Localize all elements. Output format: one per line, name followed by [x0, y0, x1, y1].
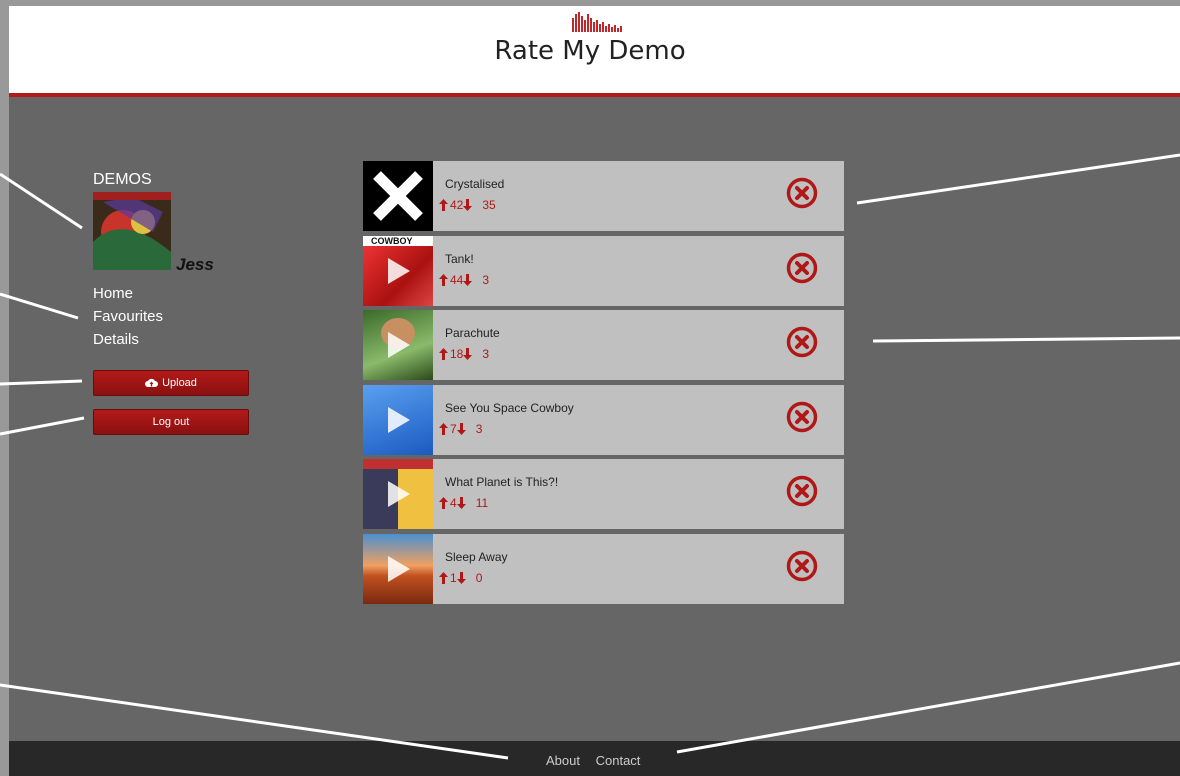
nav-favourites[interactable]: Favourites [93, 308, 163, 325]
demo-thumbnail[interactable] [363, 384, 433, 455]
upvote-count: 4 [450, 496, 457, 510]
vote-counts: 10 [439, 571, 482, 585]
demo-row[interactable]: COWBOY BEBOP Tank! 44 3 [363, 235, 844, 306]
demo-thumbnail[interactable] [363, 533, 433, 604]
remove-circle-icon[interactable] [786, 252, 818, 284]
remove-circle-icon[interactable] [786, 550, 818, 582]
demo-row[interactable]: What Planet is This?! 4 11 [363, 459, 844, 529]
arrow-up-icon[interactable] [439, 199, 448, 211]
demos-label: DEMOS [93, 171, 152, 188]
demo-row[interactable]: Sleep Away 1 0 [363, 533, 844, 604]
remove-circle-icon[interactable] [786, 401, 818, 433]
arrow-down-icon[interactable] [456, 571, 466, 584]
upload-button[interactable]: Upload [93, 370, 249, 396]
vote-counts: 73 [439, 422, 482, 436]
play-icon[interactable] [388, 332, 410, 358]
arrow-down-icon[interactable] [463, 273, 473, 286]
upvote-count: 7 [450, 421, 457, 436]
arrow-down-icon[interactable] [463, 199, 473, 211]
header: Rate My Demo [9, 6, 1180, 97]
downvote-count: 3 [482, 347, 490, 361]
demo-thumbnail[interactable] [363, 161, 433, 231]
downvote-count: 0 [475, 570, 483, 585]
upload-label: Upload [162, 377, 197, 389]
nav-home[interactable]: Home [93, 285, 133, 302]
play-icon[interactable] [388, 555, 410, 582]
arrow-up-icon[interactable] [439, 497, 448, 509]
play-icon[interactable] [388, 406, 410, 433]
demo-row[interactable]: Parachute 18 3 [363, 310, 844, 380]
upvote-count: 1 [450, 570, 457, 585]
demo-title: Tank! [445, 251, 474, 266]
vote-counts: 44 3 [439, 273, 489, 287]
downvote-count: 11 [475, 496, 489, 510]
downvote-count: 3 [475, 421, 483, 436]
arrow-up-icon[interactable] [439, 422, 448, 435]
footer-contact-link[interactable]: Contact [596, 753, 641, 768]
nav-details[interactable]: Details [93, 331, 139, 348]
demo-row[interactable]: Crystalised 42 35 [363, 161, 844, 231]
demo-title: Parachute [445, 326, 500, 340]
demo-thumbnail[interactable]: COWBOY BEBOP [363, 235, 433, 306]
demo-list: Crystalised4235COWBOY BEBOPTank!443Parac… [363, 161, 844, 608]
footer: About Contact [9, 741, 1180, 776]
upvote-count: 44 [450, 272, 464, 287]
upload-cloud-icon [145, 378, 159, 387]
arrow-up-icon[interactable] [439, 348, 448, 360]
footer-about-link[interactable]: About [546, 753, 580, 768]
arrow-up-icon[interactable] [439, 571, 448, 584]
logo-bars-icon [572, 12, 622, 32]
downvote-count: 3 [482, 272, 490, 287]
demo-row[interactable]: See You Space Cowboy 7 3 [363, 384, 844, 455]
site-title: Rate My Demo [494, 36, 686, 66]
app-frame: Rate My Demo DEMOS Jess Home Favourites … [9, 6, 1180, 776]
upvote-count: 42 [450, 198, 464, 212]
demo-title: See You Space Cowboy [445, 400, 574, 415]
play-icon[interactable] [388, 481, 410, 507]
username: Jess [176, 255, 214, 274]
demo-thumbnail[interactable] [363, 310, 433, 380]
vote-counts: 18 3 [439, 347, 489, 361]
remove-circle-icon[interactable] [786, 326, 818, 358]
arrow-down-icon[interactable] [463, 348, 473, 360]
arrow-down-icon[interactable] [456, 497, 466, 509]
remove-circle-icon[interactable] [786, 177, 818, 209]
vote-counts: 42 35 [439, 198, 496, 212]
logout-button[interactable]: Log out [93, 409, 249, 435]
logout-label: Log out [152, 416, 190, 428]
arrow-down-icon[interactable] [456, 422, 466, 435]
downvote-count: 35 [482, 198, 496, 212]
demo-thumbnail[interactable] [363, 459, 433, 529]
demo-title: Crystalised [445, 177, 505, 191]
play-icon[interactable] [388, 257, 410, 284]
remove-circle-icon[interactable] [786, 475, 818, 507]
upvote-count: 18 [450, 347, 464, 361]
vote-counts: 4 11 [439, 496, 488, 510]
avatar[interactable] [93, 192, 171, 270]
demo-title: What Planet is This?! [445, 475, 559, 489]
arrow-up-icon[interactable] [439, 273, 448, 286]
demo-title: Sleep Away [445, 549, 508, 564]
